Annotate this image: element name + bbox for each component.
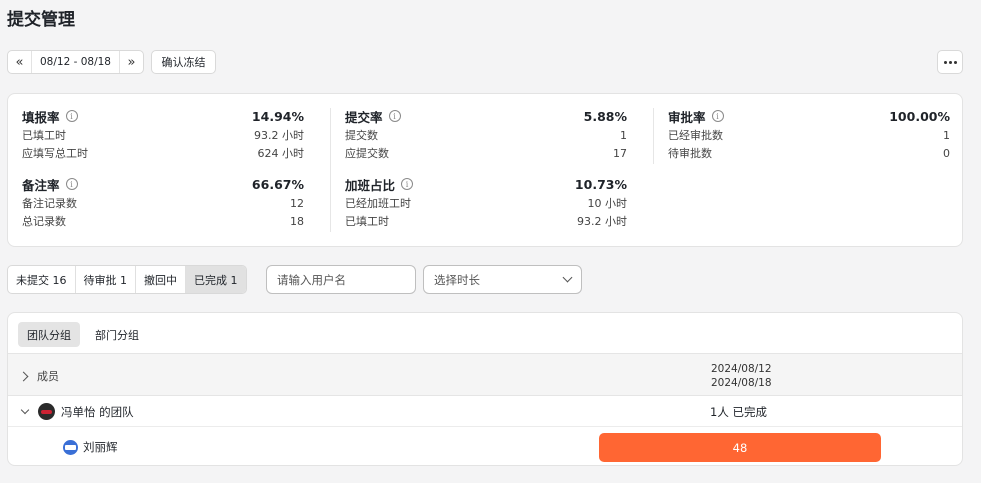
table-header: 成员 2024/08/12 2024/08/18 xyxy=(8,353,962,396)
duration-select-placeholder: 选择时长 xyxy=(434,272,480,287)
chevron-down-icon xyxy=(562,272,573,283)
stat-name: 审批率 xyxy=(668,109,706,125)
stat-percent: 10.73% xyxy=(574,176,627,192)
hours-cell[interactable]: 48 xyxy=(599,433,881,462)
group-tabs: 团队分组 部门分组 xyxy=(18,322,148,347)
divider xyxy=(653,108,654,164)
team-row[interactable]: 冯单怡 的团队 1人 已完成 xyxy=(8,397,962,427)
week-end-date: 2024/08/18 xyxy=(711,377,772,389)
stat-row-value: 1 xyxy=(620,128,627,142)
stat-percent: 14.94% xyxy=(251,108,304,124)
week-column-header: 2024/08/12 2024/08/18 xyxy=(711,362,772,390)
team-summary: 1人 已完成 xyxy=(710,404,767,419)
stat-row-value: 1 xyxy=(943,128,950,142)
info-icon[interactable]: i xyxy=(65,178,78,190)
avatar xyxy=(38,403,55,420)
stat-row-label: 提交数 xyxy=(345,129,378,142)
chevron-right-icon[interactable] xyxy=(18,371,29,381)
stat-row-label: 已经审批数 xyxy=(668,129,723,142)
tab-pending-approval[interactable]: 待审批 1 xyxy=(76,266,136,293)
stat-name: 填报率 xyxy=(22,109,60,125)
prev-week-button[interactable]: « xyxy=(8,51,32,73)
stat-row-label: 应填写总工时 xyxy=(22,147,88,160)
stat-row-value: 12 xyxy=(290,196,304,210)
week-start-date: 2024/08/12 xyxy=(711,363,772,375)
stat-row-value: 18 xyxy=(290,214,304,228)
divider xyxy=(330,108,331,232)
date-range-label[interactable]: 08/12 - 08/18 xyxy=(32,51,119,73)
stat-row-value: 0 xyxy=(943,146,950,160)
member-name: 刘丽辉 xyxy=(83,440,118,454)
info-icon[interactable]: i xyxy=(711,110,724,122)
stat-row-value: 93.2 小时 xyxy=(577,215,627,228)
tab-withdrawing[interactable]: 撤回中 xyxy=(136,266,186,293)
more-horizontal-icon xyxy=(943,60,957,64)
status-tabs: 未提交 16 待审批 1 撤回中 已完成 1 xyxy=(7,265,247,294)
info-icon[interactable]: i xyxy=(401,178,414,190)
info-icon[interactable]: i xyxy=(388,110,401,122)
double-chevron-right-icon: » xyxy=(127,54,136,70)
tab-completed[interactable]: 已完成 1 xyxy=(186,266,246,293)
stat-row-label: 待审批数 xyxy=(668,147,712,160)
stat-fill-rate: 填报率 i 14.94% 已填工时 93.2 小时 应填写总工时 624 小时 xyxy=(22,106,304,162)
stat-row-value: 17 xyxy=(613,146,627,160)
more-button[interactable] xyxy=(937,50,963,74)
double-chevron-left-icon: « xyxy=(15,54,24,70)
stat-row-label: 已经加班工时 xyxy=(345,197,411,210)
stat-submit-rate: 提交率 i 5.88% 提交数 1 应提交数 17 xyxy=(345,106,627,162)
stat-overtime-ratio: 加班占比 i 10.73% 已经加班工时 10 小时 已填工时 93.2 小时 xyxy=(345,174,627,230)
stat-row-value: 624 小时 xyxy=(257,147,305,160)
chevron-down-icon[interactable] xyxy=(20,405,30,415)
stat-row-label: 已填工时 xyxy=(345,215,389,228)
team-name: 冯单怡 的团队 xyxy=(61,404,134,419)
stat-row-label: 总记录数 xyxy=(22,215,66,228)
info-icon[interactable]: i xyxy=(65,110,78,122)
duration-select[interactable]: 选择时长 xyxy=(423,265,582,294)
member-header-label: 成员 xyxy=(37,370,59,383)
stat-remark-rate: 备注率 i 66.67% 备注记录数 12 总记录数 18 xyxy=(22,174,304,230)
tab-team-group[interactable]: 团队分组 xyxy=(18,322,80,347)
stats-card: 填报率 i 14.94% 已填工时 93.2 小时 应填写总工时 624 小时 提交率… xyxy=(7,93,963,247)
stat-approval-rate: 审批率 i 100.00% 已经审批数 1 待审批数 0 xyxy=(668,106,950,162)
stat-row-label: 备注记录数 xyxy=(22,197,77,210)
stat-row-label: 应提交数 xyxy=(345,147,389,160)
member-column-header[interactable]: 成员 xyxy=(18,368,59,384)
tab-department-group[interactable]: 部门分组 xyxy=(86,322,148,347)
username-search-input[interactable] xyxy=(266,265,416,294)
stat-name: 加班占比 xyxy=(345,177,396,193)
date-range-picker: « 08/12 - 08/18 » xyxy=(7,50,144,74)
table-row: 刘丽辉 48 xyxy=(8,428,962,465)
avatar xyxy=(63,439,78,455)
stat-name: 提交率 xyxy=(345,109,383,125)
submission-table: 团队分组 部门分组 成员 2024/08/12 2024/08/18 冯单怡 的… xyxy=(7,312,963,466)
confirm-freeze-button[interactable]: 确认冻结 xyxy=(151,50,216,74)
stat-percent: 5.88% xyxy=(583,108,627,124)
stat-row-value: 10 小时 xyxy=(587,197,628,210)
tab-not-submitted[interactable]: 未提交 16 xyxy=(8,266,76,293)
stat-percent: 66.67% xyxy=(251,176,304,192)
page-title: 提交管理 xyxy=(7,10,75,30)
stat-row-label: 已填工时 xyxy=(22,129,66,142)
stat-percent: 100.00% xyxy=(889,108,950,124)
next-week-button[interactable]: » xyxy=(119,51,143,73)
stat-row-value: 93.2 小时 xyxy=(254,129,304,142)
stat-name: 备注率 xyxy=(22,177,60,193)
